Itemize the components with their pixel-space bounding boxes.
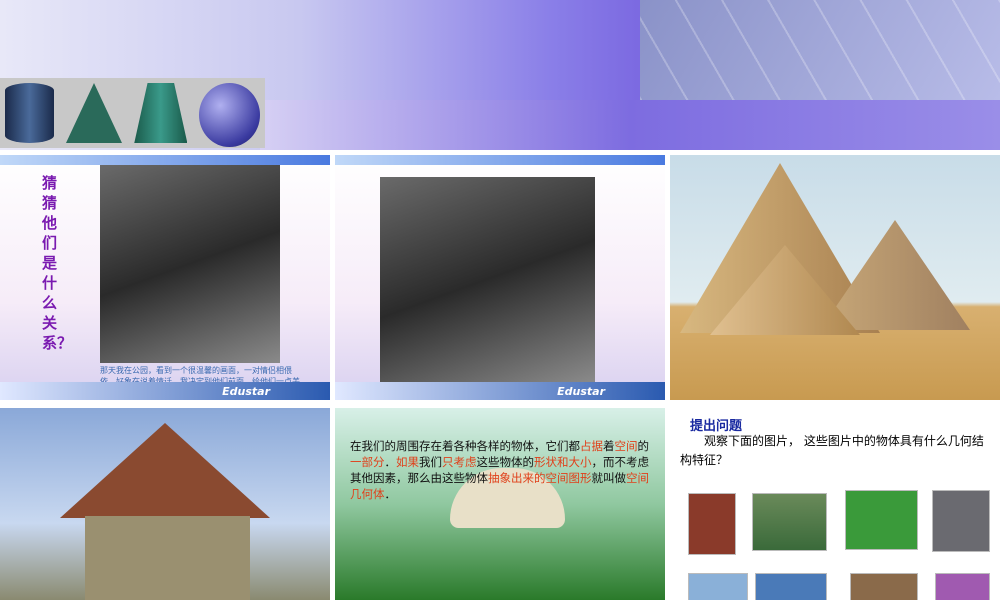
definition-fragment: 我们 bbox=[419, 455, 442, 469]
definition-fragment: ． bbox=[384, 487, 397, 501]
blocks-image bbox=[932, 490, 990, 552]
aquarium-image bbox=[752, 493, 827, 551]
pyramid-photo-image bbox=[755, 573, 827, 600]
vertical-title: 猜猜他们是什么关系？ bbox=[42, 174, 73, 352]
slide-header-bar bbox=[0, 155, 330, 165]
highlighted-term: 形状和大小 bbox=[534, 455, 592, 469]
slide-thumbnail-dog[interactable]: Edustar bbox=[335, 155, 665, 400]
slide-thumbnail-couple[interactable]: 猜猜他们是什么关系？ 那天我在公园，看到一个很温馨的画面，一对情侣相偎依，好象在… bbox=[0, 155, 330, 400]
highlighted-term: 如果 bbox=[396, 455, 419, 469]
slide-thumbnail-pyramids[interactable] bbox=[670, 155, 1000, 400]
slide-footer-bar bbox=[335, 382, 665, 400]
highlighted-term: 占据 bbox=[580, 439, 603, 453]
cone-shape bbox=[66, 83, 123, 143]
couple-photo bbox=[100, 165, 280, 363]
definition-text: 在我们的周围存在着各种各样的物体，它们都占据着空间的一部分．如果我们只考虑这些物… bbox=[350, 438, 650, 502]
banner-band bbox=[260, 100, 1000, 150]
glass-pyramid-image bbox=[688, 573, 748, 600]
slide-header-bar bbox=[335, 155, 665, 165]
slide-thumbnail-tower[interactable] bbox=[0, 408, 330, 600]
man-and-dog-photo bbox=[380, 177, 595, 382]
tower-roof bbox=[60, 423, 270, 518]
edustar-logo: Edustar bbox=[557, 385, 605, 398]
question-text: 观察下面的图片， 这些图片中的物体具有什么几何结构特征？ bbox=[680, 434, 984, 467]
definition-fragment: 的 bbox=[637, 439, 650, 453]
slide-thumbnail-question[interactable]: 提出问题 观察下面的图片， 这些图片中的物体具有什么几何结构特征？ bbox=[670, 408, 1000, 600]
sphere-shape bbox=[199, 83, 260, 147]
basket-image bbox=[850, 573, 918, 600]
glass-roof-image bbox=[640, 0, 1000, 100]
highlighted-term: 空间 bbox=[614, 439, 638, 453]
lamp-image bbox=[935, 573, 990, 600]
definition-fragment: 就叫做 bbox=[591, 471, 627, 485]
definition-fragment: ． bbox=[384, 455, 397, 469]
definition-fragment: 这些物体的 bbox=[476, 455, 535, 469]
prism-box-image bbox=[688, 493, 736, 555]
definition-fragment: 着 bbox=[603, 439, 615, 453]
highlighted-term: 一部分 bbox=[350, 455, 385, 469]
highlighted-term: 只考虑 bbox=[442, 455, 477, 469]
slide-thumbnail-definition[interactable]: 在我们的周围存在着各种各样的物体，它们都占据着空间的一部分．如果我们只考虑这些物… bbox=[335, 408, 665, 600]
geometric-solids-image bbox=[0, 78, 265, 148]
definition-fragment: 在我们的周围存在着各种各样的物体，它们都 bbox=[350, 439, 580, 453]
tower-wall bbox=[85, 516, 250, 600]
frustum-shape bbox=[134, 83, 188, 143]
edustar-logo: Edustar bbox=[222, 385, 270, 398]
cylinder-shape bbox=[5, 83, 55, 143]
slide-footer-bar bbox=[0, 382, 330, 400]
highlighted-term: 抽象出来的空间图形 bbox=[488, 471, 592, 485]
fruit-box-image bbox=[845, 490, 918, 550]
